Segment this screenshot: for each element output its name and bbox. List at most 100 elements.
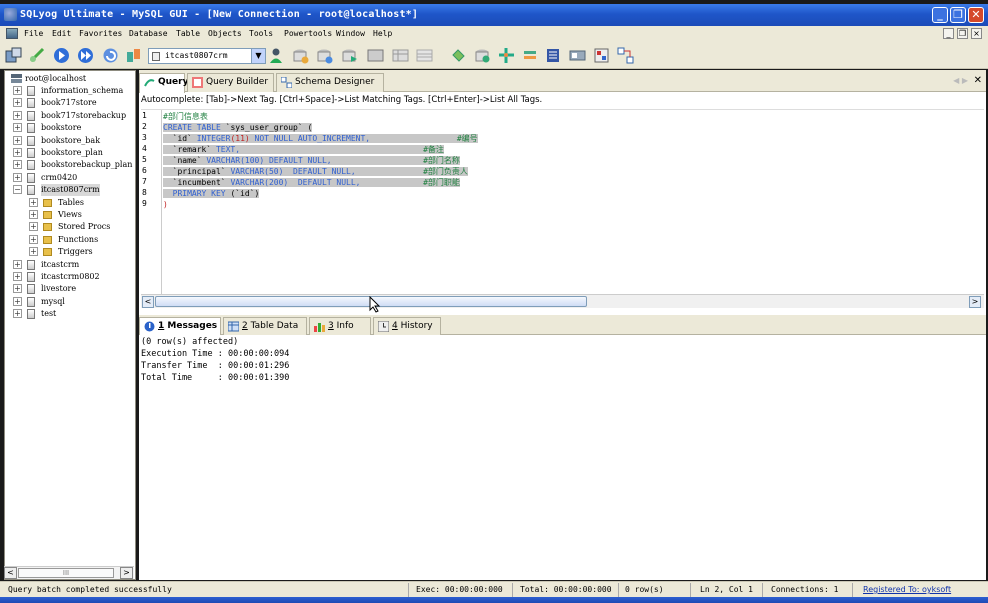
menu-help[interactable]: Help xyxy=(373,29,392,38)
expand-icon[interactable]: + xyxy=(13,135,22,145)
menu-edit[interactable]: Edit xyxy=(52,29,71,38)
table-data-icon[interactable] xyxy=(392,47,409,64)
database-icon xyxy=(27,86,35,96)
tab-table-data[interactable]: 2 Table Data xyxy=(223,317,307,335)
menu-tools[interactable]: Tools xyxy=(249,29,273,38)
maximize-button[interactable]: ❐ xyxy=(950,7,966,23)
menu-window[interactable]: Window xyxy=(336,29,365,38)
folder-icon xyxy=(43,248,52,257)
expand-icon[interactable]: + xyxy=(13,259,22,269)
tab-info[interactable]: 3 Info xyxy=(309,317,371,335)
code-line-3: `id` INTEGER(11) NOT NULL AUTO_INCREMENT… xyxy=(163,134,478,143)
execute-query-icon[interactable] xyxy=(53,47,70,64)
expand-icon[interactable]: + xyxy=(13,110,22,120)
scroll-right-arrow-icon[interactable]: > xyxy=(120,567,133,579)
code-line-5: `name` VARCHAR(100) DEFAULT NULL, #部门名称 xyxy=(163,156,460,165)
registered-to-link[interactable]: Registered To: oyksoft xyxy=(863,585,951,594)
tab-messages[interactable]: 1 Messages xyxy=(139,317,221,335)
tab-scroll-arrows-icon[interactable]: ◀ ▶ xyxy=(953,76,968,85)
notifications-icon[interactable] xyxy=(545,47,562,64)
backup-icon[interactable] xyxy=(341,47,358,64)
refresh-icon[interactable] xyxy=(102,47,119,64)
line-number: 9 xyxy=(142,199,147,208)
expand-icon[interactable]: + xyxy=(29,234,38,244)
schema-sync-icon[interactable] xyxy=(125,47,142,64)
table-grid-icon[interactable] xyxy=(367,47,384,64)
message-line: Total Time : 00:00:01:390 xyxy=(141,373,290,383)
close-button[interactable]: ✕ xyxy=(968,7,984,23)
menu-table[interactable]: Table xyxy=(176,29,200,38)
scroll-left-arrow-icon[interactable]: < xyxy=(142,296,154,308)
object-browser-horizontal-scrollbar[interactable]: < III > xyxy=(4,566,134,579)
query-panel: Query Query Builder Schema Designer ◀ ▶ … xyxy=(139,70,986,580)
import-icon[interactable] xyxy=(292,47,309,64)
menu-favorites[interactable]: Favorites xyxy=(79,29,122,38)
export-icon[interactable] xyxy=(316,47,333,64)
tab-query-builder[interactable]: Query Builder xyxy=(187,73,274,92)
tree-database-label: information_schema xyxy=(41,86,124,95)
status-divider xyxy=(762,583,763,597)
collapse-icon[interactable]: − xyxy=(13,185,22,195)
chevron-down-icon[interactable]: ▼ xyxy=(251,49,265,63)
sql-editor[interactable]: 1 2 3 4 5 6 7 8 9 #部门信息表 CREATE TABLE `sys_user_… xyxy=(141,109,984,294)
scroll-left-arrow-icon[interactable]: < xyxy=(4,567,17,579)
table-structure-icon[interactable] xyxy=(416,47,433,64)
expand-icon[interactable]: + xyxy=(29,210,38,219)
scroll-thumb[interactable]: III xyxy=(18,568,114,578)
expand-icon[interactable]: + xyxy=(13,172,22,182)
code-line-8: PRIMARY KEY (`id`) xyxy=(163,189,260,198)
expand-icon[interactable]: + xyxy=(13,272,22,281)
tree-database-label: book717store xyxy=(41,98,97,108)
message-line: (0 row(s) affected) xyxy=(141,337,239,347)
menu-objects[interactable]: Objects xyxy=(208,29,242,38)
expand-icon[interactable]: + xyxy=(13,148,22,157)
expand-icon[interactable]: + xyxy=(13,123,22,133)
job-agent-icon[interactable] xyxy=(522,47,539,64)
sql-scheduler-icon[interactable] xyxy=(569,47,586,64)
status-divider xyxy=(408,583,409,597)
expand-icon[interactable]: + xyxy=(13,160,22,170)
scroll-right-arrow-icon[interactable]: > xyxy=(969,296,981,308)
schema-designer-icon[interactable] xyxy=(617,47,634,64)
user-manager-icon[interactable] xyxy=(268,47,285,64)
tab-query[interactable]: Query xyxy=(139,73,188,93)
expand-icon[interactable]: + xyxy=(13,86,22,95)
database-icon xyxy=(27,284,35,295)
messages-tab-icon xyxy=(144,321,155,332)
expand-icon[interactable]: + xyxy=(29,197,38,207)
table-diagnostics-icon[interactable] xyxy=(593,47,610,64)
line-number: 7 xyxy=(142,177,147,186)
mdi-close-button[interactable]: × xyxy=(971,28,982,39)
database-select[interactable]: itcast0807crm ▼ xyxy=(148,48,266,64)
expand-icon[interactable]: + xyxy=(13,296,22,306)
execute-all-icon[interactable] xyxy=(77,47,94,64)
database-icon xyxy=(27,272,35,282)
mdi-window-icon[interactable] xyxy=(6,28,18,39)
code-line-9: ) xyxy=(163,200,168,209)
expand-icon[interactable]: + xyxy=(13,309,22,319)
folder-icon xyxy=(43,235,52,244)
expand-icon[interactable]: + xyxy=(29,247,38,257)
menu-database[interactable]: Database xyxy=(129,29,168,38)
data-sync-icon[interactable] xyxy=(474,47,491,64)
tab-history[interactable]: 4 History xyxy=(373,317,441,335)
line-number: 5 xyxy=(142,155,147,164)
schema-compare-icon[interactable] xyxy=(498,47,515,64)
expand-icon[interactable]: + xyxy=(13,284,22,294)
mdi-restore-button[interactable]: ❐ xyxy=(957,28,968,39)
query-builder-icon[interactable] xyxy=(450,47,467,64)
new-connection-icon[interactable] xyxy=(5,47,22,64)
menu-file[interactable]: File xyxy=(24,29,43,38)
editor-horizontal-scrollbar[interactable]: < > xyxy=(141,294,984,308)
tab-schema-designer[interactable]: Schema Designer xyxy=(276,73,384,92)
tree-folder-label: Triggers xyxy=(58,247,93,257)
expand-icon[interactable]: + xyxy=(13,98,22,108)
mdi-minimize-button[interactable]: _ xyxy=(943,28,954,39)
expand-icon[interactable]: + xyxy=(29,222,38,232)
query-builder-tab-icon xyxy=(192,77,203,88)
minimize-button[interactable]: _ xyxy=(932,7,948,23)
connect-icon[interactable] xyxy=(29,47,46,64)
close-tab-icon[interactable]: ✕ xyxy=(974,75,982,86)
database-icon xyxy=(27,185,35,196)
menu-powertools[interactable]: Powertools xyxy=(284,29,332,38)
